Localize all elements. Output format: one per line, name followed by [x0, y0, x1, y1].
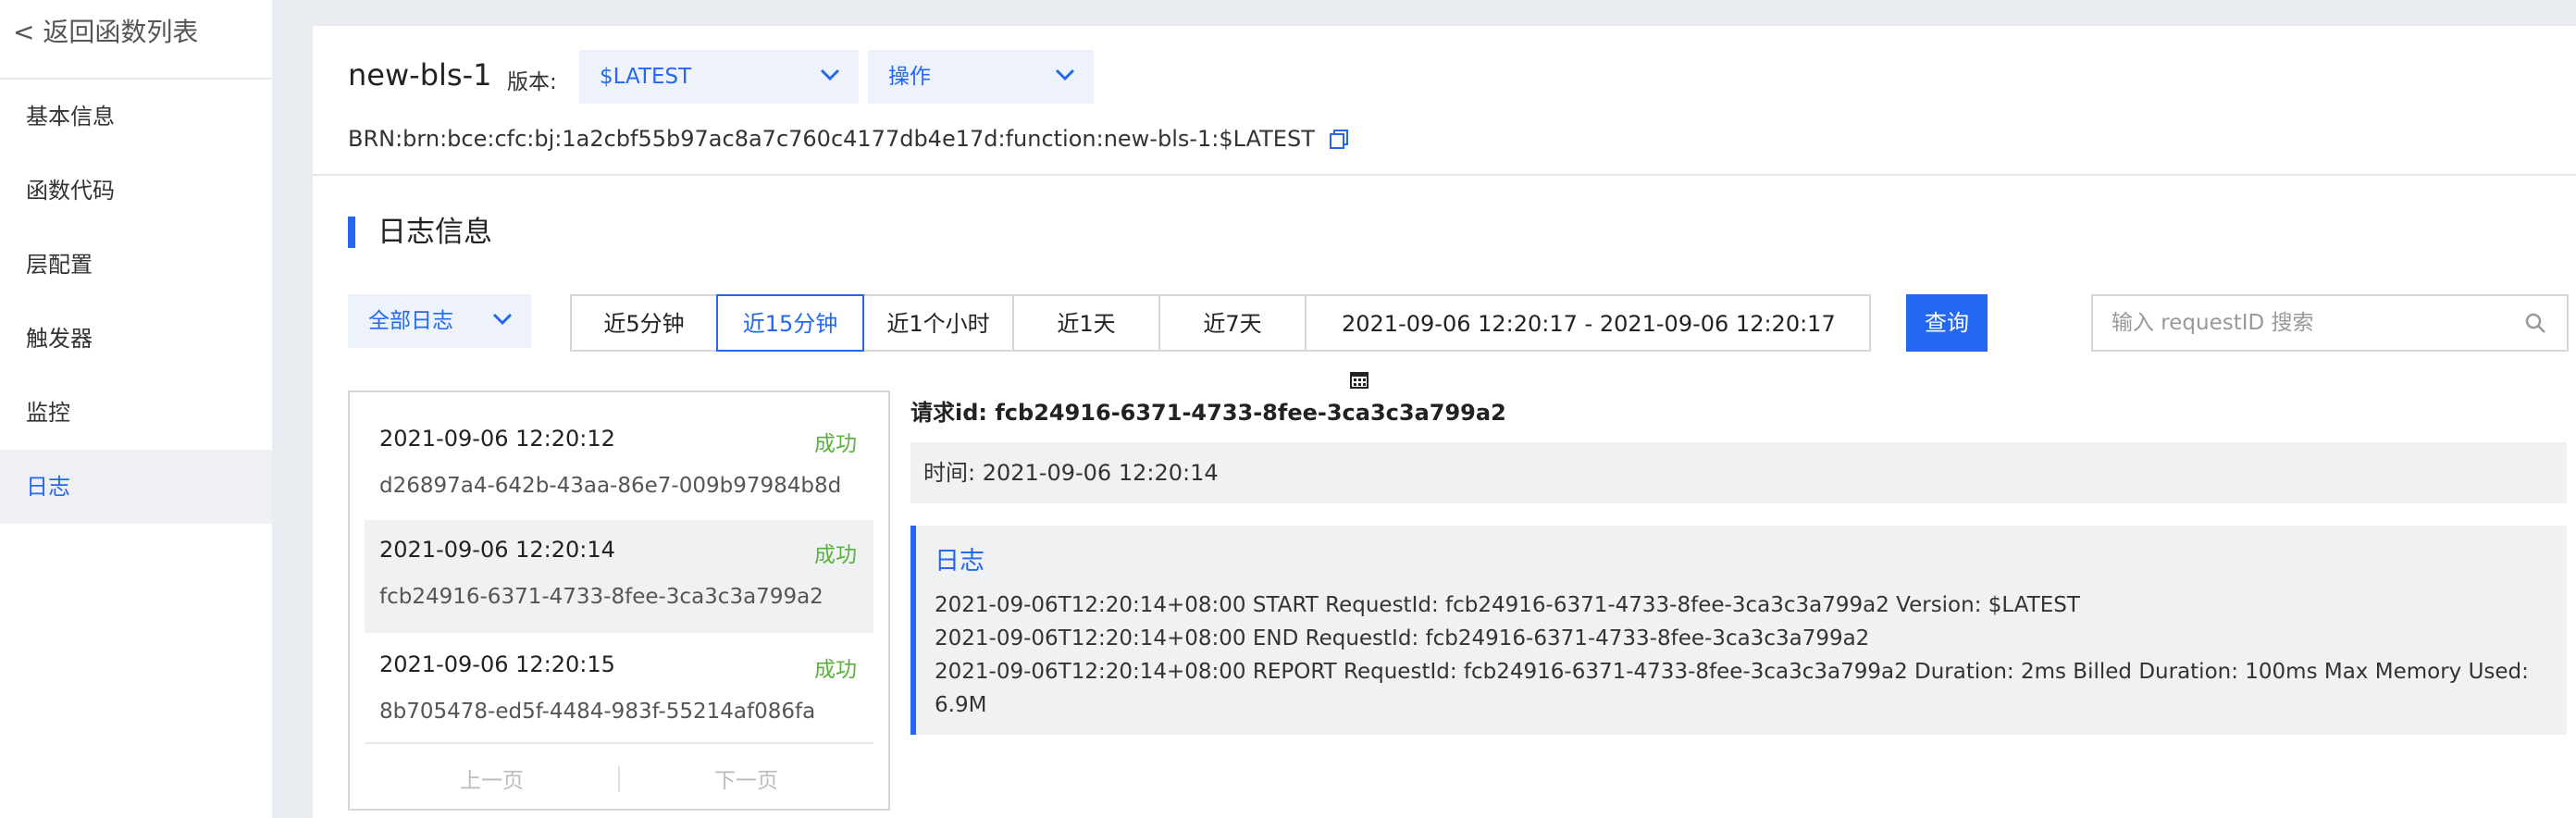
next-page-button[interactable]: 下一页 — [619, 762, 873, 794]
range-5min-button[interactable]: 近5分钟 — [570, 294, 716, 352]
detail-log-box: 日志 2021-09-06T12:20:14+08:00 START Reque… — [910, 526, 2567, 735]
log-item-request-id: d26897a4-642b-43aa-86e7-009b97984b8d — [379, 474, 842, 498]
prev-page-button[interactable]: 上一页 — [365, 762, 619, 794]
function-name: new-bls-1 — [348, 57, 492, 93]
back-to-function-list-link[interactable]: < 返回函数列表 — [0, 0, 272, 80]
log-item-request-id: fcb24916-6371-4733-8fee-3ca3c3a799a2 — [379, 585, 824, 609]
query-button[interactable]: 查询 — [1906, 294, 1988, 352]
log-line: 2021-09-06T12:20:14+08:00 REPORT Request… — [935, 660, 2529, 717]
copy-icon[interactable] — [1328, 128, 1350, 150]
log-filter-select[interactable]: 全部日志 — [348, 294, 531, 348]
action-select-label: 操作 — [888, 65, 931, 89]
time-range-group: 近5分钟 近15分钟 近1个小时 近1天 近7天 2021-09-06 12:2… — [570, 294, 1871, 389]
detail-time: 时间: 2021-09-06 12:20:14 — [910, 442, 2567, 503]
log-item-time: 2021-09-06 12:20:14 — [379, 537, 615, 563]
sidebar: < 返回函数列表 基本信息 函数代码 层配置 触发器 监控 日志 — [0, 0, 272, 818]
log-item-status: 成功 — [814, 658, 857, 682]
chevron-down-icon — [820, 68, 840, 81]
log-content: 日志信息 全部日志 近5分钟 近15分钟 近1个小时 近1天 近7天 2021-… — [313, 176, 2576, 818]
version-label: 版本: — [507, 70, 557, 94]
range-7day-button[interactable]: 近7天 — [1158, 294, 1305, 352]
brn-line: BRN:brn:bce:cfc:bj:1a2cbf55b97ac8a7c760c… — [348, 126, 1350, 152]
action-select[interactable]: 操作 — [868, 50, 1094, 104]
detail-request-id: 请求id: fcb24916-6371-4733-8fee-3ca3c3a799… — [910, 400, 1506, 426]
sidebar-item-triggers[interactable]: 触发器 — [0, 302, 272, 376]
log-list-item-selected[interactable]: 2021-09-06 12:20:14 成功 fcb24916-6371-473… — [365, 520, 873, 633]
log-line: 2021-09-06T12:20:14+08:00 END RequestId:… — [935, 626, 1870, 651]
brn-text: BRN:brn:bce:cfc:bj:1a2cbf55b97ac8a7c760c… — [348, 126, 1315, 152]
range-1day-button[interactable]: 近1天 — [1012, 294, 1158, 352]
range-15min-button[interactable]: 近15分钟 — [716, 294, 864, 352]
log-item-status: 成功 — [814, 543, 857, 567]
date-range-picker[interactable]: 2021-09-06 12:20:17 - 2021-09-06 12:20:1… — [1305, 294, 1871, 389]
log-line: 2021-09-06T12:20:14+08:00 START RequestI… — [935, 593, 2080, 617]
log-item-time: 2021-09-06 12:20:15 — [379, 651, 615, 677]
log-list-item[interactable]: 2021-09-06 12:20:12 成功 d26897a4-642b-43a… — [365, 392, 873, 503]
search-placeholder: 输入 requestID 搜索 — [2112, 311, 2314, 335]
date-range-value: 2021-09-06 12:20:17 - 2021-09-06 12:20:1… — [1342, 311, 1836, 337]
log-item-request-id: 8b705478-ed5f-4484-983f-55214af086fa — [379, 700, 816, 724]
log-list: 2021-09-06 12:20:12 成功 d26897a4-642b-43a… — [348, 390, 890, 811]
detail-log-title: 日志 — [935, 547, 985, 576]
section-title: 日志信息 — [348, 217, 492, 248]
sidebar-item-basic-info[interactable]: 基本信息 — [0, 80, 272, 154]
calendar-icon — [1350, 372, 1368, 389]
log-item-status: 成功 — [814, 432, 857, 456]
chevron-down-icon — [1055, 68, 1075, 81]
range-1hour-button[interactable]: 近1个小时 — [864, 294, 1012, 352]
function-header: new-bls-1 版本: $LATEST 操作 BRN:brn:bce:cfc… — [313, 26, 2576, 176]
search-icon[interactable] — [2524, 312, 2546, 334]
sidebar-item-function-code[interactable]: 函数代码 — [0, 154, 272, 228]
pagination: 上一页 下一页 — [365, 742, 873, 809]
version-select[interactable]: $LATEST — [579, 50, 859, 104]
sidebar-item-logs[interactable]: 日志 — [0, 450, 272, 524]
chevron-down-icon — [492, 313, 513, 326]
sidebar-item-layer-config[interactable]: 层配置 — [0, 228, 272, 302]
request-id-search-input[interactable]: 输入 requestID 搜索 — [2091, 294, 2569, 352]
log-filter-value: 全部日志 — [368, 309, 453, 333]
sidebar-item-monitoring[interactable]: 监控 — [0, 376, 272, 450]
log-item-time: 2021-09-06 12:20:12 — [379, 426, 615, 452]
detail-log-lines: 2021-09-06T12:20:14+08:00 START RequestI… — [935, 589, 2563, 722]
log-list-item[interactable]: 2021-09-06 12:20:15 成功 8b705478-ed5f-448… — [365, 633, 873, 744]
version-select-value: $LATEST — [600, 65, 692, 89]
